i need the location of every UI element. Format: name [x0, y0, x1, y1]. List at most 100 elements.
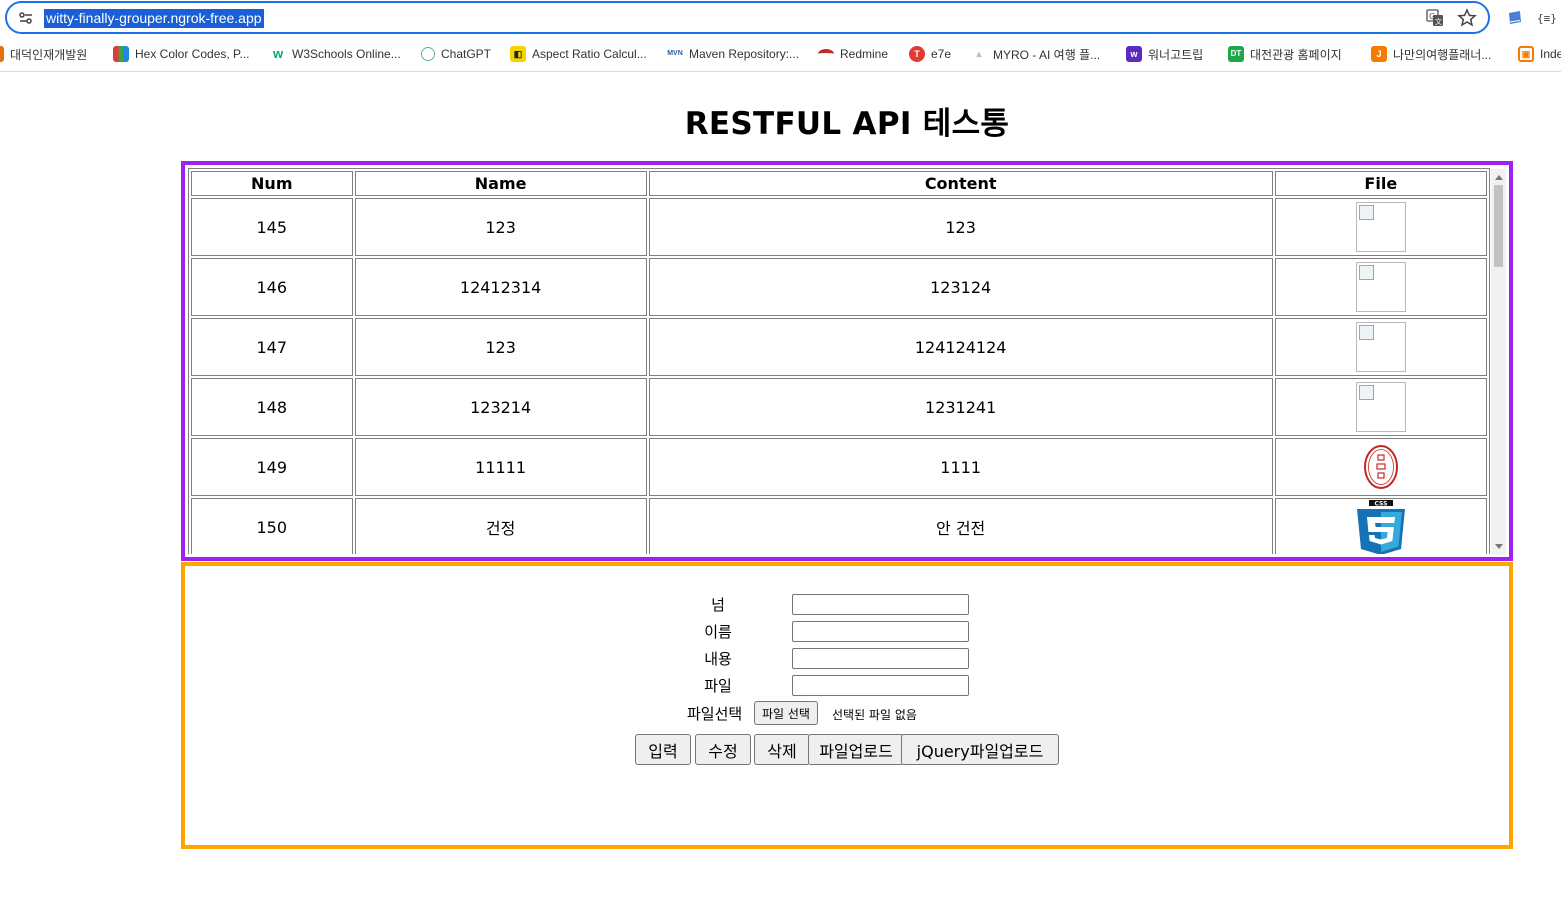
header-file: File	[1274, 171, 1487, 196]
cell-file	[1274, 258, 1487, 316]
cell-num: 148	[191, 378, 353, 436]
address-bar[interactable]: witty-finally-grouper.ngrok-free.app G 文	[5, 1, 1490, 34]
bookmark-item[interactable]: ▲ MYRO - AI 여행 플...	[971, 45, 1101, 63]
table-row[interactable]: 148 123214 1231241	[191, 378, 1487, 436]
table-container: Num Name Content File 145 123 123 146 12…	[181, 161, 1513, 561]
bookmark-item[interactable]: T e7e	[909, 45, 951, 63]
bookmark-label: W3Schools Online...	[292, 47, 401, 61]
planner-icon: J	[1371, 46, 1387, 62]
file-status-text: 선택된 파일 없음	[832, 708, 917, 722]
content-label: 내용	[704, 650, 732, 668]
scroll-up-arrow-icon[interactable]	[1495, 175, 1503, 180]
calculator-icon: ◧	[510, 46, 526, 62]
cell-num: 146	[191, 258, 353, 316]
table-row[interactable]: 146 12412314 123124	[191, 258, 1487, 316]
scrollbar-thumb[interactable]	[1494, 185, 1503, 267]
chatgpt-icon	[421, 47, 435, 61]
bookmark-item[interactable]: MVN Maven Repository:...	[667, 45, 799, 63]
orange-favicon-icon	[0, 46, 4, 62]
translate-icon[interactable]: G 文	[1425, 8, 1445, 28]
site-settings-icon[interactable]	[17, 9, 35, 27]
cell-num: 150	[191, 498, 353, 554]
json-viewer-icon[interactable]: {≡}	[1536, 8, 1556, 28]
bookmark-label: MYRO - AI 여행 플...	[993, 47, 1101, 62]
table-row[interactable]: 145 123 123	[191, 198, 1487, 256]
bookmark-item[interactable]: w W3Schools Online...	[270, 45, 401, 63]
name-input[interactable]	[792, 621, 969, 642]
jquery-file-upload-button[interactable]: jQuery파일업로드	[901, 734, 1059, 765]
update-button[interactable]: 수정	[695, 734, 751, 765]
css3-logo-icon: CSS	[1356, 500, 1405, 554]
cell-file	[1274, 378, 1487, 436]
file-label: 파일	[704, 677, 732, 695]
table-scroll-area[interactable]: Num Name Content File 145 123 123 146 12…	[188, 168, 1490, 554]
cell-file	[1274, 438, 1487, 496]
maven-icon: MVN	[667, 50, 683, 57]
content-input[interactable]	[792, 648, 969, 669]
bookmark-item[interactable]: ▣ Inde	[1518, 45, 1561, 63]
table-header-row: Num Name Content File	[191, 171, 1487, 196]
table-scrollbar[interactable]	[1491, 169, 1506, 555]
bookmark-item[interactable]: w 워너고트립	[1126, 45, 1203, 63]
cell-name: 123	[354, 318, 647, 376]
num-label: 넘	[711, 596, 725, 614]
scroll-down-arrow-icon[interactable]	[1495, 544, 1503, 549]
svg-text:{≡}: {≡}	[1537, 12, 1556, 25]
bookmark-star-icon[interactable]	[1457, 8, 1477, 28]
cell-num: 147	[191, 318, 353, 376]
index-icon: ▣	[1518, 46, 1534, 62]
bookmark-item[interactable]: Hex Color Codes, P...	[113, 45, 250, 63]
w3schools-icon: w	[272, 46, 284, 61]
dt-icon: DT	[1228, 46, 1244, 62]
header-num: Num	[191, 171, 353, 196]
cell-name: 123	[354, 198, 647, 256]
delete-button[interactable]: 삭제	[754, 734, 810, 765]
file-upload-button[interactable]: 파일업로드	[808, 734, 904, 765]
cell-name: 건정	[354, 498, 647, 554]
form-row: 이름	[185, 617, 1509, 644]
header-name: Name	[354, 171, 647, 196]
myro-icon: ▲	[974, 49, 984, 59]
bookmark-item[interactable]: ◧ Aspect Ratio Calcul...	[510, 45, 647, 63]
bookmark-item[interactable]: J 나만의여행플래너...	[1371, 45, 1491, 63]
cell-num: 149	[191, 438, 353, 496]
broken-image-icon	[1355, 262, 1406, 312]
num-input[interactable]	[792, 594, 969, 615]
browser-toolbar: witty-finally-grouper.ngrok-free.app G 文…	[0, 0, 1561, 36]
cell-content: 123	[648, 198, 1273, 256]
file-name-input[interactable]	[792, 675, 969, 696]
insert-button[interactable]: 입력	[635, 734, 691, 765]
choose-file-button[interactable]: 파일 선택	[754, 701, 818, 725]
bookmark-item[interactable]: 대덕인재개발원	[0, 45, 87, 63]
bookmark-label: Maven Repository:...	[689, 47, 800, 61]
cell-content: 안 건전	[648, 498, 1273, 554]
table-row[interactable]: 147 123 124124124	[191, 318, 1487, 376]
cell-file: CSS	[1274, 498, 1487, 554]
bookmark-item[interactable]: DT 대전관광 홈페이지	[1228, 45, 1342, 63]
bookmark-label: Aspect Ratio Calcul...	[532, 47, 647, 61]
form-row: 파일	[185, 671, 1509, 698]
broken-image-icon	[1355, 202, 1406, 252]
cell-name: 123214	[354, 378, 647, 436]
form-row: 넘	[185, 590, 1509, 617]
header-content: Content	[648, 171, 1273, 196]
cell-content: 124124124	[648, 318, 1273, 376]
cell-name: 12412314	[354, 258, 647, 316]
bookmark-item[interactable]: Redmine	[818, 45, 888, 63]
redmine-icon	[818, 49, 834, 59]
cell-name: 11111	[354, 438, 647, 496]
svg-text:CSS: CSS	[1374, 500, 1387, 507]
table-row[interactable]: 150 건정 안 건전 CSS	[191, 498, 1487, 554]
extension-icon[interactable]	[1505, 8, 1525, 28]
color-books-icon	[113, 46, 129, 62]
form-container: 넘 이름 내용 파일 파일선택 파일 선택 선택된 파일 없음 입력 수정 삭제…	[181, 562, 1513, 849]
page-title: RESTFUL API 테스통	[684, 106, 1010, 142]
table-row[interactable]: 149 11111 1111	[191, 438, 1487, 496]
cell-content: 1111	[648, 438, 1273, 496]
bookmark-item[interactable]: ChatGPT	[421, 45, 491, 63]
bookmark-label: Redmine	[840, 47, 889, 61]
svg-text:文: 文	[1435, 17, 1442, 26]
name-label: 이름	[704, 623, 732, 641]
form-row: 내용	[185, 644, 1509, 671]
url-text[interactable]: witty-finally-grouper.ngrok-free.app	[44, 9, 264, 28]
